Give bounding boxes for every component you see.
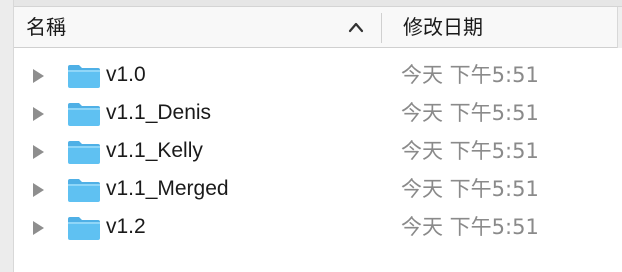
folder-name: v1.2: [106, 215, 146, 238]
window-left-edge: [0, 0, 14, 272]
name-column-header[interactable]: 名稱: [26, 7, 66, 47]
modified-date: 今天 下午5:51: [401, 215, 539, 239]
date-modified-column-header[interactable]: 修改日期: [403, 7, 483, 47]
file-list: v1.0 今天 下午5:51 v1.1_Denis 今天 下午5:51 v1.1…: [14, 56, 622, 246]
list-item[interactable]: v1.1_Denis 今天 下午5:51: [14, 94, 622, 132]
modified-date: 今天 下午5:51: [401, 177, 539, 201]
folder-icon: [68, 103, 100, 126]
disclosure-triangle-icon[interactable]: [31, 68, 45, 84]
window-right-edge: [617, 7, 622, 48]
disclosure-triangle-icon[interactable]: [31, 182, 45, 198]
disclosure-triangle-icon[interactable]: [31, 106, 45, 122]
column-divider[interactable]: [381, 13, 382, 43]
modified-date: 今天 下午5:51: [401, 63, 539, 87]
finder-list-view: 名稱 修改日期 v1.0 今天 下午5:51 v1.1_Denis 今天 下午5…: [0, 0, 622, 272]
sort-ascending-chevron-icon[interactable]: [347, 20, 365, 34]
folder-icon: [68, 141, 100, 164]
window-top-edge: [0, 0, 622, 7]
column-header-bar: 名稱 修改日期: [14, 7, 622, 48]
list-item[interactable]: v1.1_Merged 今天 下午5:51: [14, 170, 622, 208]
folder-icon: [68, 65, 100, 88]
folder-icon: [68, 179, 100, 202]
modified-date: 今天 下午5:51: [401, 101, 539, 125]
list-item[interactable]: v1.2 今天 下午5:51: [14, 208, 622, 246]
folder-name: v1.0: [106, 63, 146, 86]
modified-date: 今天 下午5:51: [401, 139, 539, 163]
folder-name: v1.1_Kelly: [106, 139, 203, 162]
folder-icon: [68, 217, 100, 240]
list-item[interactable]: v1.1_Kelly 今天 下午5:51: [14, 132, 622, 170]
disclosure-triangle-icon[interactable]: [31, 220, 45, 236]
folder-name: v1.1_Merged: [106, 177, 229, 200]
list-item[interactable]: v1.0 今天 下午5:51: [14, 56, 622, 94]
folder-name: v1.1_Denis: [106, 101, 212, 124]
disclosure-triangle-icon[interactable]: [31, 144, 45, 160]
